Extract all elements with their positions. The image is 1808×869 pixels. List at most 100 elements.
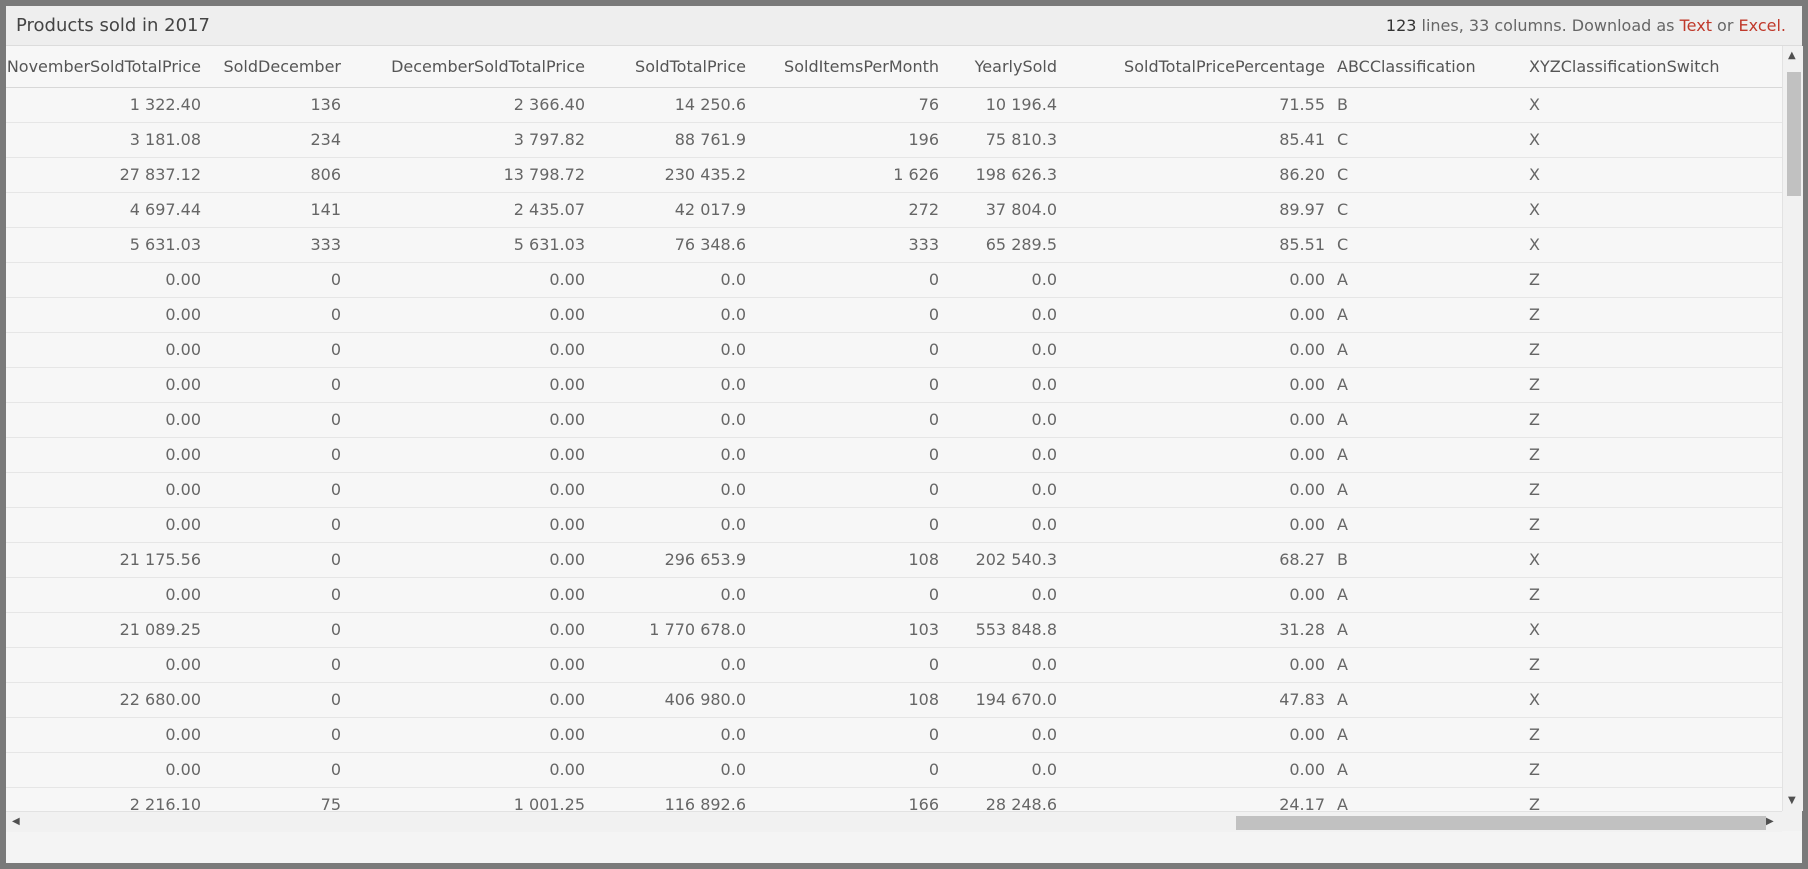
table-row[interactable]: 21 089.25 0 0.00 1 770 678.0 103 553 848.8 31.… [6, 613, 1782, 648]
table-cell: 116 892.6 [664, 795, 746, 811]
table-row[interactable]: 27 837.12 806 13 798.72 230 435.2 1 626 198 6… [6, 158, 1782, 193]
column-header[interactable]: NovemberSoldTotalPrice [6, 46, 201, 87]
table-body: 1 322.40 136 2 366.40 14 250.6 76 10 196.4 71.… [6, 88, 1782, 811]
table-cell: 1 001.25 [513, 795, 585, 811]
table-cell: 0.00 [1289, 725, 1325, 744]
table-cell: 0.0 [1031, 305, 1057, 324]
scroll-corner [1782, 811, 1802, 831]
table-row[interactable]: 1 322.40 136 2 366.40 14 250.6 76 10 196.4 71.… [6, 88, 1782, 123]
table-cell: 5 631.03 [129, 235, 201, 254]
table-row[interactable]: 0.00 0 0.00 0.0 0 0.0 0.00 A Z [6, 368, 1782, 403]
table-row[interactable]: 0.00 0 0.00 0.0 0 0.0 0.00 A Z [6, 438, 1782, 473]
horizontal-scrollbar[interactable]: ◀ ▶ [6, 811, 1782, 832]
table-row[interactable]: 0.00 0 0.00 0.0 0 0.0 0.00 A Z [6, 333, 1782, 368]
table-cell: 0.0 [720, 445, 746, 464]
table-row[interactable]: 4 697.44 141 2 435.07 42 017.9 272 37 804.0 89… [6, 193, 1782, 228]
table-cell: 13 798.72 [503, 165, 585, 184]
table-cell: 10 196.4 [985, 95, 1057, 114]
table-cell: 0 [330, 725, 341, 744]
data-grid[interactable]: NovemberSoldTotalPrice SoldDecember Decemb… [6, 46, 1782, 811]
table-cell: B [1337, 95, 1348, 114]
column-header[interactable]: SoldItemsPerMonth [746, 46, 939, 87]
table-cell: C [1337, 165, 1349, 184]
table-cell: 0 [928, 445, 939, 464]
table-row[interactable]: 0.00 0 0.00 0.0 0 0.0 0.00 A Z [6, 508, 1782, 543]
table-cell: 0 [330, 410, 341, 429]
table-cell: 272 [908, 200, 939, 219]
table-row[interactable]: 22 680.00 0 0.00 406 980.0 108 194 670.0 47.83… [6, 683, 1782, 718]
table-cell: 0.0 [720, 270, 746, 289]
table-row[interactable]: 21 175.56 0 0.00 296 653.9 108 202 540.3 68.27… [6, 543, 1782, 578]
table-cell: A [1337, 410, 1348, 429]
table-row[interactable]: 3 181.08 234 3 797.82 88 761.9 196 75 810.3 85… [6, 123, 1782, 158]
table-row[interactable]: 0.00 0 0.00 0.0 0 0.0 0.00 A Z [6, 473, 1782, 508]
table-cell: 0 [330, 585, 341, 604]
table-cell: 0 [928, 655, 939, 674]
table-cell: 2 216.10 [129, 795, 201, 811]
table-cell: A [1337, 620, 1348, 639]
table-cell: 89.97 [1279, 200, 1325, 219]
table-cell: 0 [928, 375, 939, 394]
table-cell: 0 [330, 690, 341, 709]
table-cell: A [1337, 445, 1348, 464]
horizontal-scroll-thumb[interactable] [1236, 816, 1766, 830]
table-cell: 0 [928, 305, 939, 324]
download-excel-link[interactable]: Excel [1739, 16, 1781, 35]
table-cell: 136 [310, 95, 341, 114]
table-cell: 0.00 [1289, 445, 1325, 464]
table-row[interactable]: 5 631.03 333 5 631.03 76 348.6 333 65 289.5 85… [6, 228, 1782, 263]
column-header[interactable]: SoldTotalPricePercentage [1057, 46, 1325, 87]
table-cell: C [1337, 235, 1349, 254]
scroll-down-icon[interactable]: ▼ [1788, 796, 1796, 806]
table-cell: 2 435.07 [513, 200, 585, 219]
table-cell: 0 [928, 340, 939, 359]
table-cell: 0.00 [165, 270, 201, 289]
column-header[interactable]: XYZClassificationSwitch [1529, 46, 1749, 87]
table-cell: 0.0 [720, 340, 746, 359]
scroll-up-icon[interactable]: ▲ [1788, 51, 1796, 61]
column-header[interactable]: SoldDecember [201, 46, 341, 87]
table-cell: 0.00 [1289, 305, 1325, 324]
table-cell: 0.00 [165, 375, 201, 394]
column-header[interactable]: ABCClassification [1337, 46, 1517, 87]
table-cell: 0.00 [165, 585, 201, 604]
table-cell: 0 [928, 515, 939, 534]
table-row[interactable]: 0.00 0 0.00 0.0 0 0.0 0.00 A Z [6, 298, 1782, 333]
column-header[interactable]: DecemberSoldTotalPrice [341, 46, 585, 87]
table-cell: 0 [330, 550, 341, 569]
vertical-scrollbar[interactable]: ▲ ▼ [1782, 46, 1803, 811]
scroll-left-icon[interactable]: ◀ [12, 817, 20, 827]
table-cell: 0.00 [165, 655, 201, 674]
table-cell: 0.0 [720, 760, 746, 779]
column-header[interactable]: YearlySold [939, 46, 1057, 87]
table-row[interactable]: 0.00 0 0.00 0.0 0 0.0 0.00 A Z [6, 648, 1782, 683]
scroll-right-icon[interactable]: ▶ [1766, 817, 1774, 827]
table-cell: 22 680.00 [119, 690, 201, 709]
table-row[interactable]: 0.00 0 0.00 0.0 0 0.0 0.00 A Z [6, 718, 1782, 753]
table-cell: Z [1529, 445, 1540, 464]
table-cell: 75 810.3 [985, 130, 1057, 149]
summary-text: lines, 33 columns. Download as [1416, 16, 1680, 35]
table-cell: 0.00 [165, 340, 201, 359]
table-row[interactable]: 0.00 0 0.00 0.0 0 0.0 0.00 A Z [6, 403, 1782, 438]
table-row[interactable]: 0.00 0 0.00 0.0 0 0.0 0.00 A Z [6, 578, 1782, 613]
table-cell: 0.0 [1031, 655, 1057, 674]
table-cell: 0.0 [720, 410, 746, 429]
table-cell: 0.00 [549, 515, 585, 534]
table-cell: 0.00 [1289, 375, 1325, 394]
table-row[interactable]: 0.00 0 0.00 0.0 0 0.0 0.00 A Z [6, 753, 1782, 788]
table-cell: 14 250.6 [674, 95, 746, 114]
table-cell: 0.00 [549, 585, 585, 604]
column-header[interactable]: SoldTotalPrice [585, 46, 746, 87]
vertical-scroll-thumb[interactable] [1787, 72, 1801, 196]
table-row[interactable]: 2 216.10 75 1 001.25 116 892.6 166 28 248.6 24… [6, 788, 1782, 811]
table-cell: 85.51 [1279, 235, 1325, 254]
table-cell: 0.00 [549, 340, 585, 359]
download-text-link[interactable]: Text [1680, 16, 1712, 35]
table-cell: X [1529, 200, 1540, 219]
table-cell: 0 [330, 515, 341, 534]
table-row[interactable]: 0.00 0 0.00 0.0 0 0.0 0.00 A Z [6, 263, 1782, 298]
table-cell: 0.00 [1289, 515, 1325, 534]
table-cell: A [1337, 515, 1348, 534]
table-cell: 234 [310, 130, 341, 149]
